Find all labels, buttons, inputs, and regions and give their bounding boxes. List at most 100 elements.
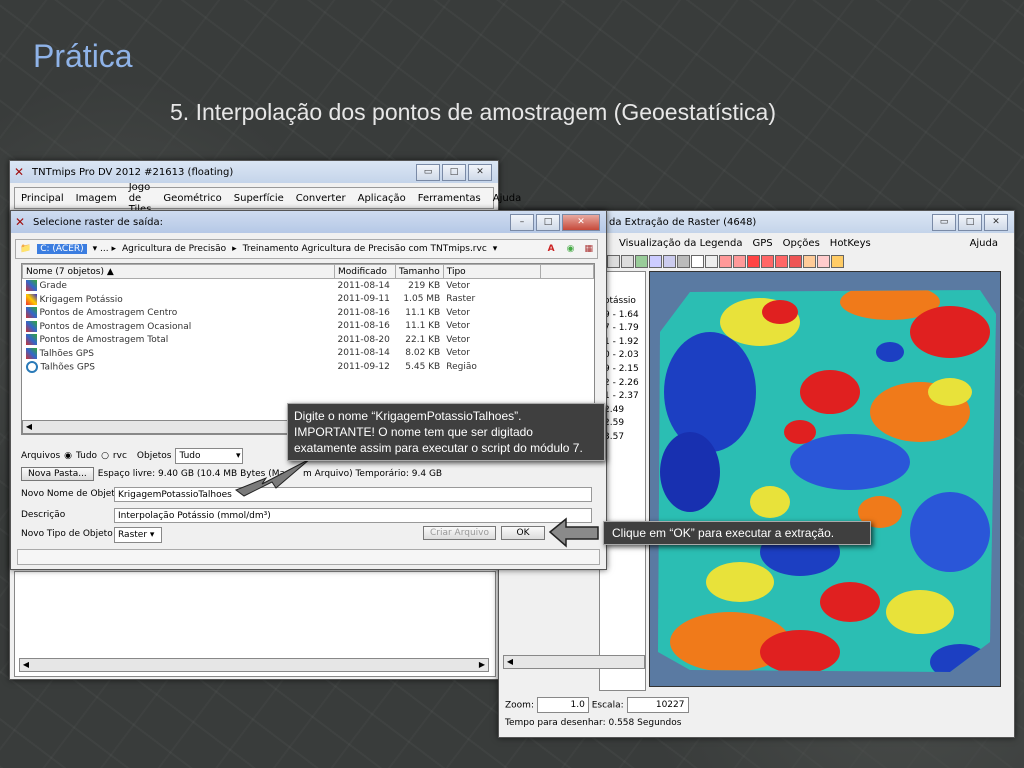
dialog-status-bar <box>17 549 600 565</box>
scroll-right-icon[interactable]: ▶ <box>476 659 488 671</box>
vector-icon <box>25 307 37 319</box>
menu-converter[interactable]: Converter <box>290 193 352 204</box>
filter-row: Arquivos ◉ Tudo ○ rvc Objetos Tudo ▾ <box>21 448 244 464</box>
table-row[interactable]: Krigagem Potássio 2011-09-11 1.05 MB Ras… <box>23 293 594 307</box>
drive-selector[interactable]: C: (ACER) <box>37 244 87 254</box>
network-icon[interactable]: ◉ <box>567 244 575 254</box>
measure-icon[interactable] <box>705 255 718 268</box>
horizontal-scrollbar[interactable]: ◀ ▶ <box>19 658 489 672</box>
file-size: 11.1 KB <box>405 307 441 318</box>
zoom-full-icon[interactable] <box>635 255 648 268</box>
menu-ferramentas[interactable]: Ferramentas <box>412 193 487 204</box>
zoom-field[interactable]: 1.0 <box>536 697 589 713</box>
back-icon[interactable] <box>719 255 732 268</box>
menu-ajuda[interactable]: Ajuda <box>487 193 527 204</box>
folder-up-icon[interactable]: 📁 <box>20 244 31 254</box>
column-modified[interactable]: Modificado <box>334 264 396 279</box>
zoom-in-icon[interactable] <box>607 255 620 268</box>
stop-icon[interactable] <box>747 255 760 268</box>
raster-toolbar <box>607 253 844 271</box>
grid-view-icon[interactable]: ▦ <box>584 244 593 254</box>
text-tool-icon[interactable]: A <box>548 244 555 254</box>
dialog-window-controls: – □ ✕ <box>510 214 600 231</box>
dialog-close-icon[interactable]: ✕ <box>562 214 600 231</box>
new-folder-button[interactable]: Nova Pasta... <box>21 467 94 481</box>
table-row[interactable]: Pontos de Amostragem Total 2011-08-20 22… <box>23 333 594 347</box>
menu-aplicacao[interactable]: Aplicação <box>352 193 412 204</box>
pointer-icon[interactable] <box>789 255 802 268</box>
select-dialog-titlebar[interactable]: ✕ Selecione raster de saída: – □ ✕ <box>11 211 606 233</box>
raster-minimize-icon[interactable]: ▭ <box>932 214 956 231</box>
table-row[interactable]: Talhões GPS 2011-09-12 5.45 KB Região <box>23 360 594 374</box>
scale-1-icon[interactable] <box>691 255 704 268</box>
pan-icon[interactable] <box>649 255 662 268</box>
menu-principal[interactable]: Principal <box>15 193 70 204</box>
pin-icon[interactable] <box>803 255 816 268</box>
tools-icon[interactable] <box>831 255 844 268</box>
table-row[interactable]: Grade 2011-08-14 219 KB Vetor <box>23 279 594 293</box>
raster-close-icon[interactable]: ✕ <box>984 214 1008 231</box>
ok-button[interactable]: OK <box>501 526 545 540</box>
scale-label: Escala: <box>591 700 624 711</box>
dialog-minimize-icon[interactable]: – <box>510 214 534 231</box>
menu-ajuda-raster[interactable]: Ajuda <box>970 238 998 249</box>
column-type[interactable]: Tipo <box>442 264 541 279</box>
type-select[interactable]: Raster ▾ <box>114 527 162 543</box>
menu-opcoes[interactable]: Opções <box>783 238 820 249</box>
radio-tudo-icon[interactable]: ◉ <box>64 451 72 461</box>
file-type: Vetor <box>446 348 470 359</box>
layer-icon[interactable] <box>663 255 676 268</box>
raster-map-view[interactable] <box>649 271 1001 687</box>
path-crumb-more[interactable]: ▾ ... ▸ <box>93 244 116 254</box>
table-row[interactable]: Pontos de Amostragem Ocasional 2011-08-1… <box>23 320 594 334</box>
menu-gps[interactable]: GPS <box>752 238 772 249</box>
file-list-scroll-left-icon[interactable]: ◀ <box>23 421 35 433</box>
table-row[interactable]: Pontos de Amostragem Centro 2011-08-16 1… <box>23 306 594 320</box>
path-crumb-rvc[interactable]: Treinamento Agricultura de Precisão com … <box>243 244 487 254</box>
path-crumb-folder[interactable]: Agricultura de Precisão <box>122 244 226 254</box>
dialog-logo-icon: ✕ <box>15 215 26 229</box>
new-name-input[interactable]: KrigagemPotassioTalhoes <box>114 487 592 502</box>
dialog-maximize-icon[interactable]: □ <box>536 214 560 231</box>
menu-imagem[interactable]: Imagem <box>70 193 123 204</box>
vector-icon <box>25 320 37 332</box>
select-icon[interactable] <box>775 255 788 268</box>
objetos-select[interactable]: Tudo ▾ <box>175 448 244 464</box>
minimize-icon[interactable]: ▭ <box>416 164 440 181</box>
main-window-titlebar[interactable]: ✕ TNTmips Pro DV 2012 #21613 (floating) … <box>10 161 498 183</box>
type-row: Novo Tipo de Objeto <box>21 529 113 539</box>
file-size: 1.05 MB <box>403 294 441 305</box>
path-crumb-dropdown[interactable]: ▾ <box>493 244 498 254</box>
select-raster-dialog: ✕ Selecione raster de saída: – □ ✕ 📁 C: … <box>10 210 607 570</box>
marquee-icon[interactable] <box>817 255 830 268</box>
create-file-button[interactable]: Criar Arquivo <box>423 526 497 540</box>
type-label: Novo Tipo de Objeto <box>21 529 113 539</box>
column-name[interactable]: Nome (7 objetos) ▲ <box>22 264 335 279</box>
menu-hotkeys[interactable]: HotKeys <box>830 238 871 249</box>
legend-scroll-left-icon[interactable]: ◀ <box>504 656 516 668</box>
scroll-left-icon[interactable]: ◀ <box>20 659 32 671</box>
zoom-out-icon[interactable] <box>621 255 634 268</box>
column-size[interactable]: Tamanho <box>395 264 444 279</box>
menu-superficie[interactable]: Superfície <box>228 193 290 204</box>
close-icon[interactable]: ✕ <box>468 164 492 181</box>
radio-rvc-icon[interactable]: ○ <box>101 451 109 461</box>
menu-visualizacao-legenda[interactable]: Visualização da Legenda <box>619 238 742 249</box>
file-name: Pontos de Amostragem Total <box>39 335 169 346</box>
file-type: Raster <box>446 294 476 305</box>
redraw-icon[interactable] <box>677 255 690 268</box>
table-row[interactable]: Talhões GPS 2011-08-14 8.02 KB Vetor <box>23 347 594 361</box>
raster-maximize-icon[interactable]: □ <box>958 214 982 231</box>
select-dialog-title: Selecione raster de saída: <box>33 216 163 228</box>
zoom-box-icon[interactable] <box>761 255 774 268</box>
file-date: 2011-09-11 <box>337 294 390 305</box>
vector-icon <box>25 280 37 292</box>
scale-field[interactable]: 10227 <box>626 697 689 713</box>
main-window-title: TNTmips Pro DV 2012 #21613 (floating) <box>32 166 234 178</box>
slide-title: Prática <box>33 38 133 74</box>
legend-scrollbar[interactable]: ◀ <box>503 655 645 669</box>
menu-geometrico[interactable]: Geométrico <box>157 193 227 204</box>
forward-icon[interactable] <box>733 255 746 268</box>
description-input[interactable]: Interpolação Potássio (mmol/dm³) <box>114 508 592 523</box>
maximize-icon[interactable]: □ <box>442 164 466 181</box>
